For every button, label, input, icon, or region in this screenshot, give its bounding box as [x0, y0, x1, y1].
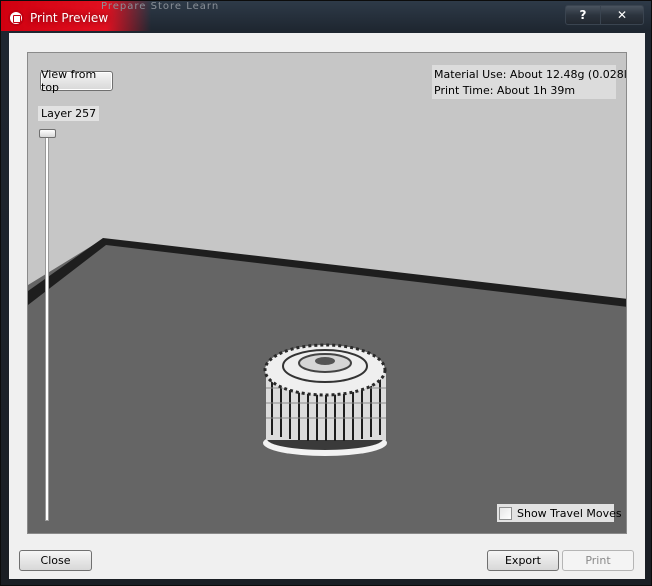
dialog-body: View from top Material Use: About 12.48g…: [9, 33, 645, 579]
help-button[interactable]: ?: [565, 5, 601, 25]
build-plate-scene: [28, 238, 626, 533]
print-button[interactable]: Print: [562, 550, 634, 571]
caption-buttons: ? ✕: [565, 5, 644, 25]
background-tabs: Prepare Store Learn: [101, 1, 220, 12]
show-travel-moves-option[interactable]: Show Travel Moves: [497, 504, 622, 522]
show-travel-moves-label: Show Travel Moves: [517, 506, 622, 520]
title-bar[interactable]: Print Preview Prepare Store Learn ? ✕: [1, 1, 651, 33]
print-stats-panel: Material Use: About 12.48g (0.028lb) Pri…: [432, 65, 627, 99]
layer-label: Layer 257: [38, 106, 100, 121]
print-preview-window: Print Preview Prepare Store Learn ? ✕ Vi…: [0, 0, 652, 586]
close-window-button[interactable]: ✕: [601, 5, 644, 25]
layer-slider-thumb[interactable]: [39, 129, 56, 138]
printed-part: [263, 343, 387, 456]
layer-slider-track[interactable]: [45, 133, 49, 521]
close-button[interactable]: Close: [19, 550, 92, 571]
material-use-text: Material Use: About 12.48g (0.028lb): [434, 68, 627, 81]
export-button[interactable]: Export: [487, 550, 559, 571]
preview-viewport[interactable]: View from top Material Use: About 12.48g…: [27, 52, 627, 534]
makerbot-logo-icon: [8, 10, 24, 26]
window-title: Print Preview: [30, 11, 109, 25]
print-time-text: Print Time: About 1h 39m: [434, 84, 576, 97]
view-from-top-button[interactable]: View from top: [40, 68, 113, 94]
show-travel-moves-checkbox[interactable]: [499, 506, 512, 520]
